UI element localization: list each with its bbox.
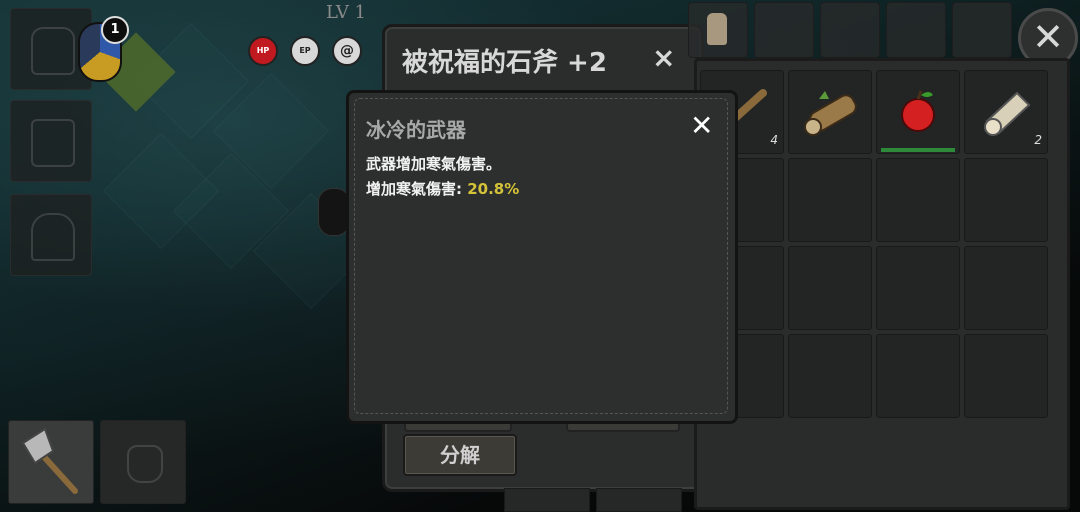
weapon-slot[interactable]: [8, 420, 94, 504]
category-tab[interactable]: [820, 2, 880, 58]
ep-icon[interactable]: EP: [290, 36, 320, 66]
compass-badge: 1: [101, 16, 129, 44]
armor-slot[interactable]: [10, 100, 92, 182]
pants-icon: [31, 213, 75, 261]
item-panel-close-button[interactable]: ×: [652, 44, 675, 72]
inventory-slot[interactable]: [964, 158, 1048, 242]
inventory-slot[interactable]: [964, 334, 1048, 418]
inventory-slot[interactable]: [788, 246, 872, 330]
category-tab[interactable]: [952, 2, 1012, 58]
inventory-slot[interactable]: [788, 334, 872, 418]
category-tab-materials[interactable]: [688, 2, 748, 58]
glove-icon: [127, 445, 163, 483]
inventory-slot[interactable]: [876, 158, 960, 242]
swirl-icon[interactable]: @: [332, 36, 362, 66]
effect-stat-label: 增加寒氣傷害:: [366, 180, 468, 198]
category-tab[interactable]: [886, 2, 946, 58]
log-icon: [789, 71, 871, 157]
level-indicator: LV 1: [326, 2, 366, 23]
inventory-slot[interactable]: [964, 246, 1048, 330]
inventory-slot[interactable]: [876, 246, 960, 330]
effect-description: 武器增加寒氣傷害。: [366, 155, 502, 173]
effect-modal-close-button[interactable]: ✕: [690, 112, 713, 140]
effect-stat-line: 增加寒氣傷害: 20.8%: [366, 178, 519, 199]
effect-title: 冰冷的武器: [366, 118, 466, 142]
hp-icon[interactable]: HP: [248, 36, 278, 66]
panel-tab[interactable]: [504, 488, 590, 512]
item-title: 被祝福的石斧 +2: [402, 48, 607, 78]
item-count: 4: [770, 133, 778, 147]
inventory-slot[interactable]: 2: [964, 70, 1048, 154]
inventory-slot[interactable]: [788, 158, 872, 242]
helmet-icon: [31, 27, 75, 75]
pants-slot[interactable]: [10, 194, 92, 276]
effect-modal-border: [354, 98, 728, 414]
category-tab[interactable]: [754, 2, 814, 58]
panel-tab[interactable]: [596, 488, 682, 512]
stone-axe-icon: [21, 427, 78, 494]
inventory-slot[interactable]: [876, 70, 960, 154]
inventory-slot[interactable]: [876, 334, 960, 418]
item-count: 2: [1034, 133, 1042, 147]
glove-slot[interactable]: [100, 420, 186, 504]
bag-icon: [707, 13, 727, 45]
effect-stat-value: 20.8%: [467, 180, 520, 198]
disassemble-button[interactable]: 分解: [403, 434, 517, 476]
armor-icon: [31, 119, 75, 167]
inventory-slot[interactable]: [788, 70, 872, 154]
apple-icon: [877, 71, 959, 157]
